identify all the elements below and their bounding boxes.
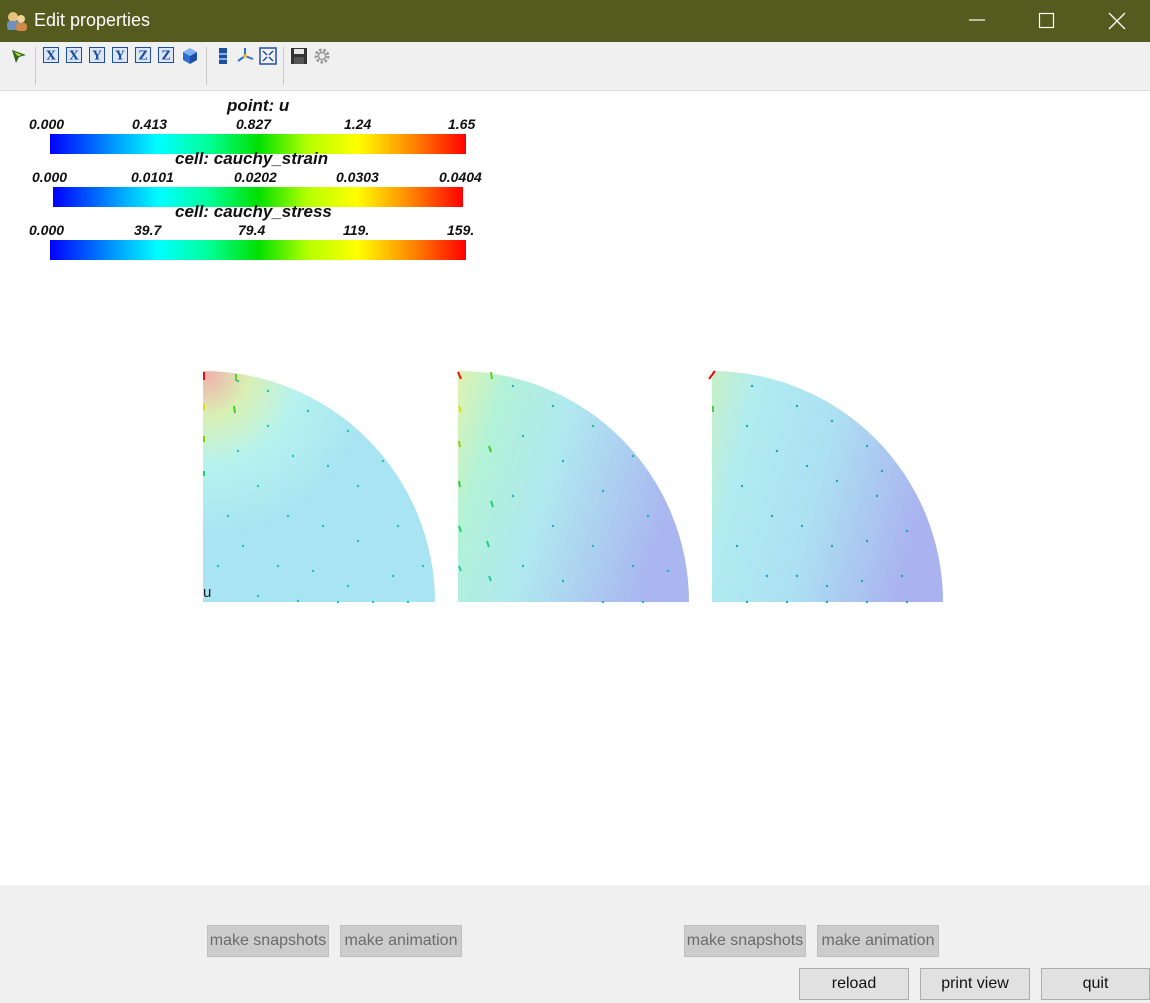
colorbar-tick: 0.000 — [29, 116, 65, 132]
axes-icon[interactable] — [236, 47, 254, 65]
colorbar-tick: 119. — [343, 222, 370, 238]
domain-plot-strain — [453, 366, 703, 611]
view-y-reverse-icon[interactable]: Y — [112, 47, 130, 65]
toolbar-separator — [35, 47, 36, 85]
colorbar-tick: 0.000 — [32, 169, 68, 185]
colorbar-icon[interactable] — [214, 47, 232, 65]
save-icon[interactable] — [290, 47, 308, 65]
close-button[interactable] — [1082, 0, 1150, 42]
svg-text:Y: Y — [115, 49, 125, 63]
colorbar-tick: 1.24 — [344, 116, 372, 132]
bottom-panel: make snapshots make animation make snaps… — [0, 885, 1150, 1003]
domain-plot-u: u — [198, 366, 448, 611]
toolbar-separator — [283, 47, 284, 85]
maximize-icon — [1038, 12, 1055, 29]
window-title: Edit properties — [34, 10, 151, 30]
view-x-reverse-icon[interactable]: X — [66, 47, 84, 65]
reload-button[interactable]: reload — [799, 968, 909, 1000]
colorbar-tick: 0.000 — [29, 222, 65, 238]
quit-button[interactable]: quit — [1041, 968, 1150, 1000]
select-arrow-icon[interactable] — [10, 47, 28, 65]
render-viewport[interactable]: point: u 0.000 0.413 0.827 1.24 1.65 cel… — [0, 91, 1150, 885]
svg-text:Y: Y — [92, 49, 102, 63]
isometric-cube-icon[interactable] — [181, 47, 199, 65]
colorbar-tick: 0.0101 — [131, 169, 174, 185]
colorbar-title-strain: cell: cauchy_strain — [175, 149, 329, 168]
app-icon — [5, 9, 29, 33]
colorbar-tick: 0.0303 — [336, 169, 379, 185]
domain-plot-stress — [707, 366, 957, 611]
svg-text:Z: Z — [139, 49, 148, 63]
colorbar-title-stress: cell: cauchy_stress — [175, 202, 332, 221]
view-y-icon[interactable]: Y — [89, 47, 107, 65]
view-z-reverse-icon[interactable]: Z — [158, 47, 176, 65]
title-bar: Edit properties — [0, 0, 1150, 42]
colorbar-stress — [50, 240, 466, 260]
minimize-icon — [969, 19, 985, 21]
colorbar-tick: 79.4 — [238, 222, 266, 238]
settings-gear-icon[interactable] — [313, 47, 331, 65]
colorbar-tick: 159. — [447, 222, 475, 238]
colorbar-tick: 39.7 — [134, 222, 162, 238]
colorbar-tick: 0.413 — [132, 116, 168, 132]
axis-label-u: u — [203, 584, 212, 601]
view-x-icon[interactable]: X — [43, 47, 61, 65]
colorbar-title-u: point: u — [227, 96, 290, 115]
colorbar-tick: 0.0404 — [439, 169, 482, 185]
colorbar-tick: 1.65 — [448, 116, 476, 132]
make-animation-button-left[interactable]: make animation — [340, 925, 462, 957]
colorbar-tick: 0.827 — [236, 116, 272, 132]
print-view-button[interactable]: print view — [920, 968, 1030, 1000]
make-snapshots-button-left[interactable]: make snapshots — [207, 925, 329, 957]
svg-text:X: X — [69, 49, 79, 63]
toolbar: X X Y Y Z Z — [0, 42, 1150, 91]
minimize-button[interactable] — [942, 0, 1012, 42]
maximize-button[interactable] — [1012, 0, 1082, 42]
svg-text:X: X — [46, 49, 56, 63]
fit-view-icon[interactable] — [259, 47, 277, 65]
close-icon — [1108, 12, 1126, 30]
make-snapshots-button-right[interactable]: make snapshots — [684, 925, 806, 957]
view-z-icon[interactable]: Z — [135, 47, 153, 65]
toolbar-separator — [206, 47, 207, 85]
make-animation-button-right[interactable]: make animation — [817, 925, 939, 957]
colorbar-tick: 0.0202 — [234, 169, 277, 185]
svg-text:Z: Z — [162, 49, 171, 63]
